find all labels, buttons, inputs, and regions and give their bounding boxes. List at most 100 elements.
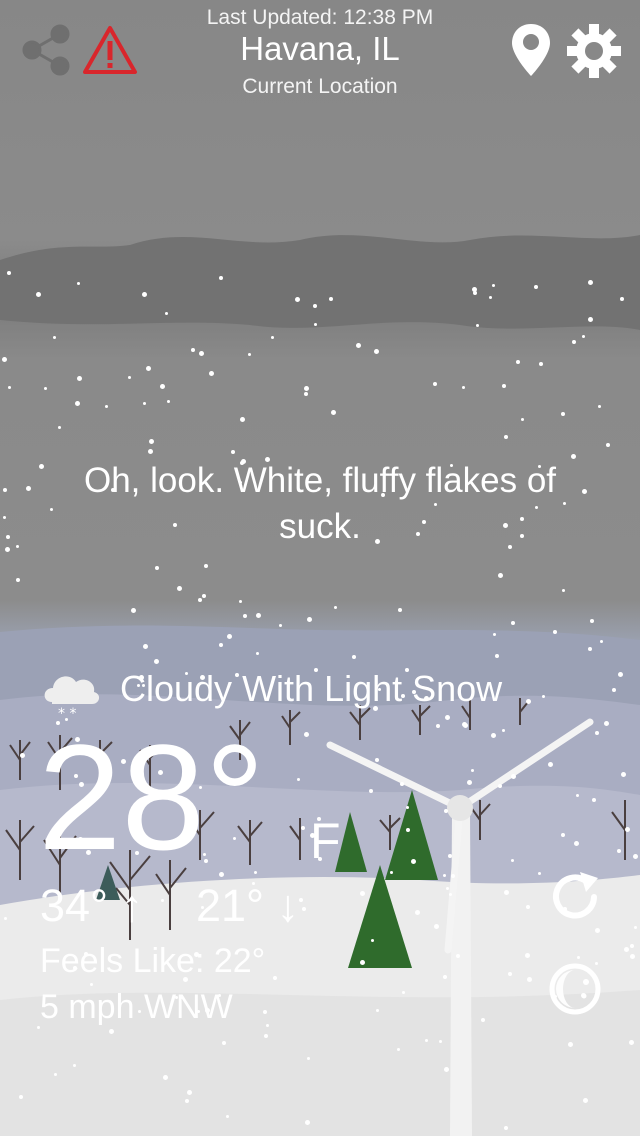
snowflake	[456, 954, 460, 958]
refresh-icon	[553, 872, 598, 919]
snowflake	[264, 1034, 268, 1038]
snowflake	[305, 1120, 310, 1125]
snowflake	[633, 854, 638, 859]
snowflake	[3, 488, 7, 492]
snowflake	[398, 608, 402, 612]
snowflake	[199, 351, 204, 356]
snowflake	[160, 384, 165, 389]
snowflake	[504, 890, 509, 895]
snowflake	[256, 613, 261, 618]
snowflake	[463, 723, 468, 728]
snowflake	[516, 360, 520, 364]
condition-text: Cloudy With Light Snow	[120, 668, 503, 709]
snowflake	[360, 891, 365, 896]
snowflake	[539, 362, 543, 366]
snowflake	[406, 828, 410, 832]
snowflake	[495, 654, 499, 658]
snowflake	[16, 545, 19, 548]
snowflake	[374, 349, 379, 354]
snowflake	[406, 806, 409, 809]
high-temperature: 34° ↑	[40, 880, 144, 931]
snowflake	[493, 633, 496, 636]
snowflake	[582, 489, 587, 494]
snowflake	[498, 784, 502, 788]
snowflake	[508, 972, 512, 976]
snowflake	[154, 659, 159, 664]
cloud-snow-icon: * *	[40, 664, 102, 722]
snowflake	[562, 589, 565, 592]
snowflake	[612, 688, 616, 692]
snowflake	[19, 1095, 23, 1099]
snowflake	[521, 418, 524, 421]
snowflake	[576, 794, 579, 797]
cloud-band	[0, 235, 640, 330]
snowflake	[54, 1073, 57, 1076]
snowflake	[588, 647, 592, 651]
snowflake	[629, 1040, 634, 1045]
snowflake	[39, 464, 44, 469]
snowflake	[630, 944, 634, 948]
snowflake	[273, 976, 277, 980]
snowflake	[446, 887, 449, 890]
snowflake	[443, 874, 446, 877]
location-button[interactable]	[510, 22, 552, 78]
snowflake	[462, 386, 465, 389]
snowflake	[248, 353, 251, 356]
snowflake	[256, 652, 259, 655]
snowflake	[313, 304, 317, 308]
snowflake	[7, 271, 11, 275]
snowflake	[279, 624, 282, 627]
snowflake	[360, 960, 365, 965]
snowflake	[511, 774, 516, 779]
snowflake	[299, 898, 303, 902]
snowflake	[606, 443, 610, 447]
snowflake	[8, 386, 11, 389]
snowflake	[155, 566, 159, 570]
snowflake	[492, 284, 495, 287]
snowflake	[444, 1067, 449, 1072]
snowflake	[198, 598, 202, 602]
snowflake	[467, 780, 472, 785]
snowflake	[498, 573, 503, 578]
snowflake	[582, 335, 585, 338]
snowflake	[143, 402, 146, 405]
snowflake	[445, 715, 450, 720]
snowflake	[415, 910, 420, 915]
snowflake	[165, 312, 168, 315]
moon-phase-button[interactable]	[546, 960, 604, 1018]
snowflake	[20, 753, 25, 758]
snowflake	[624, 947, 629, 952]
snowflake	[502, 384, 506, 388]
snowflake	[297, 778, 300, 781]
snowflake	[2, 357, 7, 362]
weather-screen: Last Updated: 12:38 PM Havana, IL Curren…	[0, 0, 640, 1136]
snowflake	[304, 386, 309, 391]
snowflake	[334, 606, 337, 609]
snowflake	[304, 392, 308, 396]
snowflake	[77, 376, 82, 381]
snowflake	[26, 486, 31, 491]
settings-button[interactable]	[565, 22, 623, 80]
snowflake	[434, 924, 439, 929]
snowflake	[36, 292, 41, 297]
snowflake	[444, 809, 448, 813]
snowflake	[331, 410, 336, 415]
snowflake	[548, 762, 553, 767]
snowflake	[390, 871, 393, 874]
refresh-button[interactable]	[546, 868, 604, 926]
snowflake	[16, 578, 20, 582]
snowflake	[375, 758, 379, 762]
snowflake	[3, 516, 6, 519]
current-temperature: 28°	[38, 713, 265, 881]
snowflake	[143, 644, 148, 649]
snowflake	[6, 535, 10, 539]
snowflake	[58, 426, 61, 429]
snowflake	[618, 672, 623, 677]
wind-text: 5 mph WNW	[40, 988, 233, 1026]
snowflake	[204, 564, 208, 568]
snowflake	[77, 282, 80, 285]
snowflake	[439, 1040, 442, 1043]
snowflake	[471, 769, 474, 772]
snowflake	[489, 296, 492, 299]
snowflake	[240, 417, 245, 422]
